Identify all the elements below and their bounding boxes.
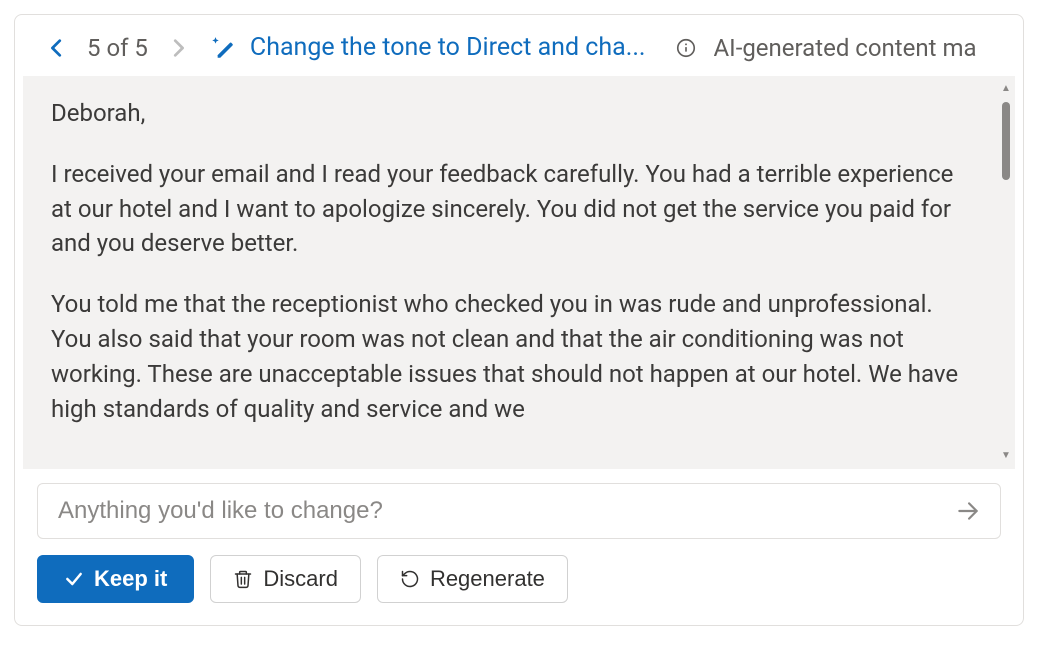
refresh-icon	[400, 569, 420, 589]
info-icon[interactable]	[674, 36, 698, 60]
trash-icon	[233, 569, 253, 589]
keep-button[interactable]: Keep it	[37, 555, 194, 603]
draft-paragraph: You told me that the receptionist who ch…	[51, 287, 979, 426]
scroll-thumb[interactable]	[1002, 102, 1010, 180]
header-bar: 5 of 5 Change the tone to Direct and cha…	[15, 33, 1023, 76]
refine-text-field[interactable]	[56, 496, 954, 526]
refine-input[interactable]	[37, 483, 1001, 539]
action-row: Keep it Discard Regenerate	[15, 545, 1023, 625]
keep-label: Keep it	[94, 566, 167, 592]
regenerate-button[interactable]: Regenerate	[377, 555, 568, 603]
chevron-left-icon	[46, 37, 68, 59]
ai-draft-panel: 5 of 5 Change the tone to Direct and cha…	[14, 14, 1024, 626]
draft-counter: 5 of 5	[87, 34, 148, 62]
draft-content-area: Deborah, I received your email and I rea…	[23, 76, 1015, 469]
discard-label: Discard	[263, 566, 338, 592]
arrow-right-icon	[955, 498, 981, 524]
chevron-right-icon	[167, 37, 189, 59]
scroll-up-arrow-icon[interactable]: ▲	[999, 82, 1013, 96]
draft-paragraph: Deborah,	[51, 96, 979, 131]
scrollbar[interactable]: ▲ ▼	[999, 82, 1013, 463]
draft-text[interactable]: Deborah, I received your email and I rea…	[23, 76, 1015, 469]
info-text: AI-generated content ma	[714, 34, 977, 62]
prev-button[interactable]	[43, 34, 71, 62]
scroll-down-arrow-icon[interactable]: ▼	[999, 449, 1013, 463]
regenerate-label: Regenerate	[430, 566, 545, 592]
draft-paragraph: I received your email and I read your fe…	[51, 157, 979, 261]
discard-button[interactable]: Discard	[210, 555, 361, 603]
next-button[interactable]	[164, 34, 192, 62]
refine-input-row	[15, 469, 1023, 545]
check-icon	[64, 569, 84, 589]
prompt-link[interactable]: Change the tone to Direct and cha...	[250, 33, 646, 62]
sparkle-pencil-icon	[208, 34, 236, 62]
send-button[interactable]	[954, 497, 982, 525]
